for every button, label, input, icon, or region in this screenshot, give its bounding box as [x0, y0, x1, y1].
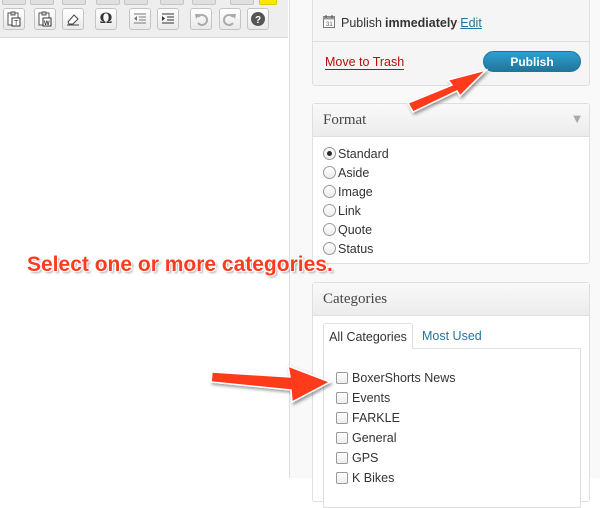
category-label: Events	[352, 391, 391, 405]
category-label: K Bikes	[352, 471, 395, 485]
text-color-swatch[interactable]	[259, 0, 277, 5]
svg-text:W: W	[44, 21, 50, 27]
categories-box-title: Categories	[323, 291, 388, 307]
indent-button[interactable]	[157, 8, 179, 30]
divider	[313, 41, 589, 42]
format-option-label: Status	[338, 241, 374, 256]
paste-as-text-button[interactable]: T	[3, 8, 25, 30]
category-label: GPS	[352, 451, 379, 465]
format-option-image[interactable]: Image	[323, 182, 389, 201]
format-box-title: Format	[323, 112, 367, 128]
category-checkbox[interactable]	[336, 432, 348, 444]
edit-publish-date-link[interactable]: Edit	[460, 16, 482, 30]
remove-formatting-icon	[67, 14, 79, 26]
category-item[interactable]: K Bikes	[336, 468, 456, 488]
category-checklist: BoxerShorts News Events FARKLE General G…	[336, 368, 456, 488]
category-item[interactable]: Events	[336, 388, 456, 408]
category-checkbox[interactable]	[336, 372, 348, 384]
undo-icon	[195, 14, 208, 26]
radio-button[interactable]	[323, 147, 336, 160]
publish-timing: immediately	[385, 16, 458, 30]
category-label: General	[352, 431, 397, 445]
toolbar-row-edge	[160, 0, 184, 5]
redo-icon	[223, 14, 236, 26]
format-option-standard[interactable]: Standard	[323, 144, 389, 163]
radio-button[interactable]	[323, 204, 336, 217]
remove-formatting-button[interactable]	[62, 8, 84, 30]
category-item[interactable]: BoxerShorts News	[336, 368, 456, 388]
calendar-icon: 31	[323, 15, 335, 31]
toolbar-row-edge	[2, 0, 26, 5]
toolbar-row-edge	[96, 0, 120, 5]
help-icon: ?	[251, 12, 265, 26]
svg-text:T: T	[14, 20, 19, 27]
paste-from-word-icon: W	[38, 11, 52, 27]
tab-most-used[interactable]: Most Used	[422, 323, 482, 349]
category-checklist-panel: BoxerShorts News Events FARKLE General G…	[323, 348, 581, 508]
toolbar-row-edge	[30, 0, 54, 5]
svg-text:?: ?	[255, 15, 261, 26]
toolbar-row-edge	[230, 0, 254, 5]
format-option-label: Quote	[338, 222, 373, 237]
format-box: Format ▼ Standard Aside Image Link Quote…	[312, 103, 590, 264]
annotation-callout: Select one or more categories.	[27, 253, 333, 276]
outdent-button[interactable]	[129, 8, 151, 30]
special-character-icon: Ω	[99, 11, 113, 27]
tab-all-categories[interactable]: All Categories	[323, 323, 413, 349]
radio-button[interactable]	[323, 223, 336, 236]
category-checkbox[interactable]	[336, 472, 348, 484]
format-option-label: Link	[338, 203, 361, 218]
categories-box-header[interactable]: Categories	[313, 283, 589, 316]
paste-as-text-icon: T	[7, 11, 21, 27]
format-box-header[interactable]: Format ▼	[313, 104, 589, 137]
help-button[interactable]: ?	[247, 8, 269, 30]
format-option-quote[interactable]: Quote	[323, 220, 389, 239]
category-checkbox[interactable]	[336, 452, 348, 464]
category-item[interactable]: GPS	[336, 448, 456, 468]
category-item[interactable]: General	[336, 428, 456, 448]
radio-button[interactable]	[323, 185, 336, 198]
category-label: BoxerShorts News	[352, 371, 456, 385]
category-label: FARKLE	[352, 411, 400, 425]
format-option-label: Standard	[338, 146, 389, 161]
category-checkbox[interactable]	[336, 392, 348, 404]
publish-label: Publish	[341, 16, 382, 30]
publish-schedule: 31 Publish immediately Edit	[323, 14, 482, 32]
radio-button[interactable]	[323, 166, 336, 179]
move-to-trash-link[interactable]: Move to Trash	[325, 55, 405, 70]
svg-text:31: 31	[326, 22, 333, 28]
paste-from-word-button[interactable]: W	[34, 8, 56, 30]
redo-button[interactable]	[219, 8, 241, 30]
publish-box: 31 Publish immediately Edit Move to Tras…	[312, 0, 590, 86]
editor-toolbar: T W Ω ?	[0, 0, 288, 38]
special-character-button[interactable]: Ω	[95, 8, 117, 30]
category-checkbox[interactable]	[336, 412, 348, 424]
toolbar-row-edge	[62, 0, 86, 5]
collapse-arrow-icon[interactable]: ▼	[573, 104, 581, 136]
category-item[interactable]: FARKLE	[336, 408, 456, 428]
format-option-label: Aside	[338, 165, 370, 180]
format-option-aside[interactable]: Aside	[323, 163, 389, 182]
indent-icon	[162, 13, 174, 24]
categories-box: Categories All Categories Most Used Boxe…	[312, 282, 590, 508]
toolbar-row-edge	[192, 0, 216, 5]
toolbar-row-edge	[124, 0, 148, 5]
format-options: Standard Aside Image Link Quote Status	[323, 144, 389, 258]
undo-button[interactable]	[190, 8, 212, 30]
publish-button[interactable]: Publish	[483, 51, 581, 72]
outdent-icon	[134, 13, 146, 24]
format-option-link[interactable]: Link	[323, 201, 389, 220]
format-option-label: Image	[338, 184, 373, 199]
